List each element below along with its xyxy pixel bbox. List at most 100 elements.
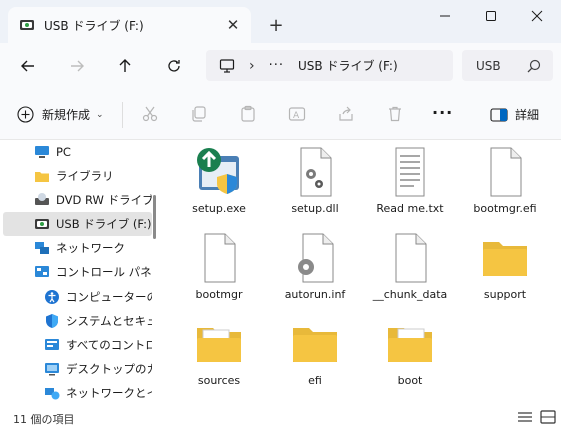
accessibility-icon xyxy=(45,290,59,304)
sidebar-item-network[interactable]: ネットワーク xyxy=(0,236,152,260)
share-icon[interactable] xyxy=(337,105,355,123)
file-item[interactable]: __chunk_data xyxy=(365,232,455,302)
arrow-left-icon xyxy=(21,60,34,72)
file-item[interactable]: autorun.inf xyxy=(270,232,360,302)
folder-icon xyxy=(483,242,527,276)
cut-icon[interactable] xyxy=(141,105,159,123)
minimize-icon xyxy=(440,15,450,17)
navigation-pane: PC ライブラリ DVD RW ドライブ ( USB ドライブ (F:) ネット… xyxy=(0,140,160,404)
up-button[interactable] xyxy=(109,52,141,80)
folder-item[interactable]: boot xyxy=(365,318,455,388)
plus-circle-icon xyxy=(17,106,34,123)
sidebar-scrollbar[interactable] xyxy=(153,195,156,239)
file-item[interactable]: setup.dll xyxy=(270,146,360,216)
desktop-customize-icon xyxy=(45,363,59,376)
blank-file-icon xyxy=(204,233,236,283)
sidebar-item-pc[interactable]: PC xyxy=(0,140,152,164)
breadcrumb-more[interactable]: ··· xyxy=(269,58,284,73)
command-bar: 新規作成 ⌄ A ··· 詳細 xyxy=(0,89,561,140)
forward-button[interactable] xyxy=(61,52,93,80)
file-item[interactable]: bootmgr xyxy=(174,232,264,302)
file-item[interactable]: setup.exe xyxy=(174,146,264,216)
monitor-icon xyxy=(219,58,235,73)
tab-title: USB ドライブ (F:) xyxy=(44,18,144,33)
file-name: setup.dll xyxy=(291,202,339,215)
file-name: autorun.inf xyxy=(284,288,346,301)
chevron-down-icon: ⌄ xyxy=(96,109,104,120)
svg-text:A: A xyxy=(293,111,300,121)
file-item[interactable]: bootmgr.efi xyxy=(460,146,550,216)
inf-gear-icon xyxy=(298,233,334,283)
tab-usb-drive[interactable]: USB ドライブ (F:) ✕ xyxy=(8,7,251,43)
back-button[interactable] xyxy=(12,52,44,80)
new-button[interactable]: 新規作成 ⌄ xyxy=(17,106,104,123)
address-bar[interactable]: › ··· USB ドライブ (F:) xyxy=(206,50,453,81)
all-control-panel-icon xyxy=(45,339,59,350)
security-shield-icon xyxy=(46,314,58,328)
text-file-icon xyxy=(395,147,425,197)
tile-view-icon[interactable] xyxy=(540,410,556,424)
details-pane-label: 詳細 xyxy=(515,108,540,122)
close-window-button[interactable] xyxy=(514,0,560,32)
more-options-button[interactable]: ··· xyxy=(432,103,453,122)
file-name: setup.exe xyxy=(192,202,246,215)
copy-icon[interactable] xyxy=(190,105,208,123)
setup-exe-icon xyxy=(197,148,239,194)
arrow-up-icon xyxy=(119,59,131,72)
details-pane-button[interactable]: 詳細 xyxy=(490,106,539,123)
folder-name: support xyxy=(483,288,527,301)
sidebar-item-library[interactable]: ライブラリ xyxy=(0,164,152,188)
file-item[interactable]: Read me.txt xyxy=(365,146,455,216)
close-icon xyxy=(531,10,543,22)
search-input[interactable]: USB xyxy=(462,50,553,81)
sidebar-item-network-internet[interactable]: ネットワークとイン xyxy=(0,381,152,405)
dll-gear-icon xyxy=(300,147,332,197)
folder-with-files-icon xyxy=(388,328,432,362)
folder-item[interactable]: sources xyxy=(174,318,264,388)
network-internet-icon xyxy=(45,388,60,400)
sidebar-item-all-control-panel[interactable]: すべてのコントロー xyxy=(0,333,152,357)
blank-file-icon xyxy=(490,147,522,197)
file-name: __chunk_data xyxy=(372,288,448,301)
breadcrumb-separator[interactable]: › xyxy=(249,58,255,74)
dvd-drive-icon xyxy=(35,193,49,205)
file-name: bootmgr.efi xyxy=(473,202,537,215)
folder-name: sources xyxy=(197,374,241,387)
library-folder-icon xyxy=(35,172,49,182)
new-button-label: 新規作成 xyxy=(42,108,91,122)
network-icon xyxy=(35,242,49,254)
minimize-button[interactable] xyxy=(422,0,468,32)
folder-name: efi xyxy=(308,374,322,387)
arrow-right-icon xyxy=(71,60,84,72)
sidebar-item-control-panel[interactable]: コントロール パネル xyxy=(0,260,152,284)
list-view-icon[interactable] xyxy=(517,410,533,424)
paste-icon[interactable] xyxy=(239,105,257,123)
breadcrumb-current[interactable]: USB ドライブ (F:) xyxy=(298,57,398,74)
status-bar: 11 個の項目 xyxy=(0,404,561,429)
sidebar-item-security[interactable]: システムとセキュリ xyxy=(0,309,152,333)
search-icon xyxy=(527,59,541,72)
folder-item[interactable]: efi xyxy=(270,318,360,388)
blank-file-icon xyxy=(395,233,427,283)
maximize-icon xyxy=(486,11,496,21)
rename-icon[interactable]: A xyxy=(288,105,306,123)
sidebar-item-usb[interactable]: USB ドライブ (F:) xyxy=(3,212,152,236)
item-count: 11 個の項目 xyxy=(13,413,75,426)
folder-item[interactable]: support xyxy=(460,232,550,302)
refresh-button[interactable] xyxy=(158,52,190,80)
folder-icon xyxy=(293,328,337,362)
folder-name: boot xyxy=(397,374,423,387)
sidebar-item-accessibility[interactable]: コンピューターの簡 xyxy=(0,285,152,309)
sidebar-item-dvd[interactable]: DVD RW ドライブ ( xyxy=(0,188,152,212)
delete-icon[interactable] xyxy=(386,105,404,123)
new-tab-button[interactable]: + xyxy=(263,12,289,38)
address-row: › ··· USB ドライブ (F:) USB xyxy=(0,43,561,89)
refresh-icon xyxy=(168,60,180,72)
details-pane-icon xyxy=(490,107,508,122)
tab-close-icon[interactable]: ✕ xyxy=(219,11,247,39)
maximize-button[interactable] xyxy=(468,0,514,32)
sidebar-item-desktop-customize[interactable]: デスクトップのカス xyxy=(0,357,152,381)
usb-drive-icon xyxy=(20,20,34,30)
toolbar-divider xyxy=(122,102,123,128)
title-bar: USB ドライブ (F:) ✕ + xyxy=(0,0,561,43)
